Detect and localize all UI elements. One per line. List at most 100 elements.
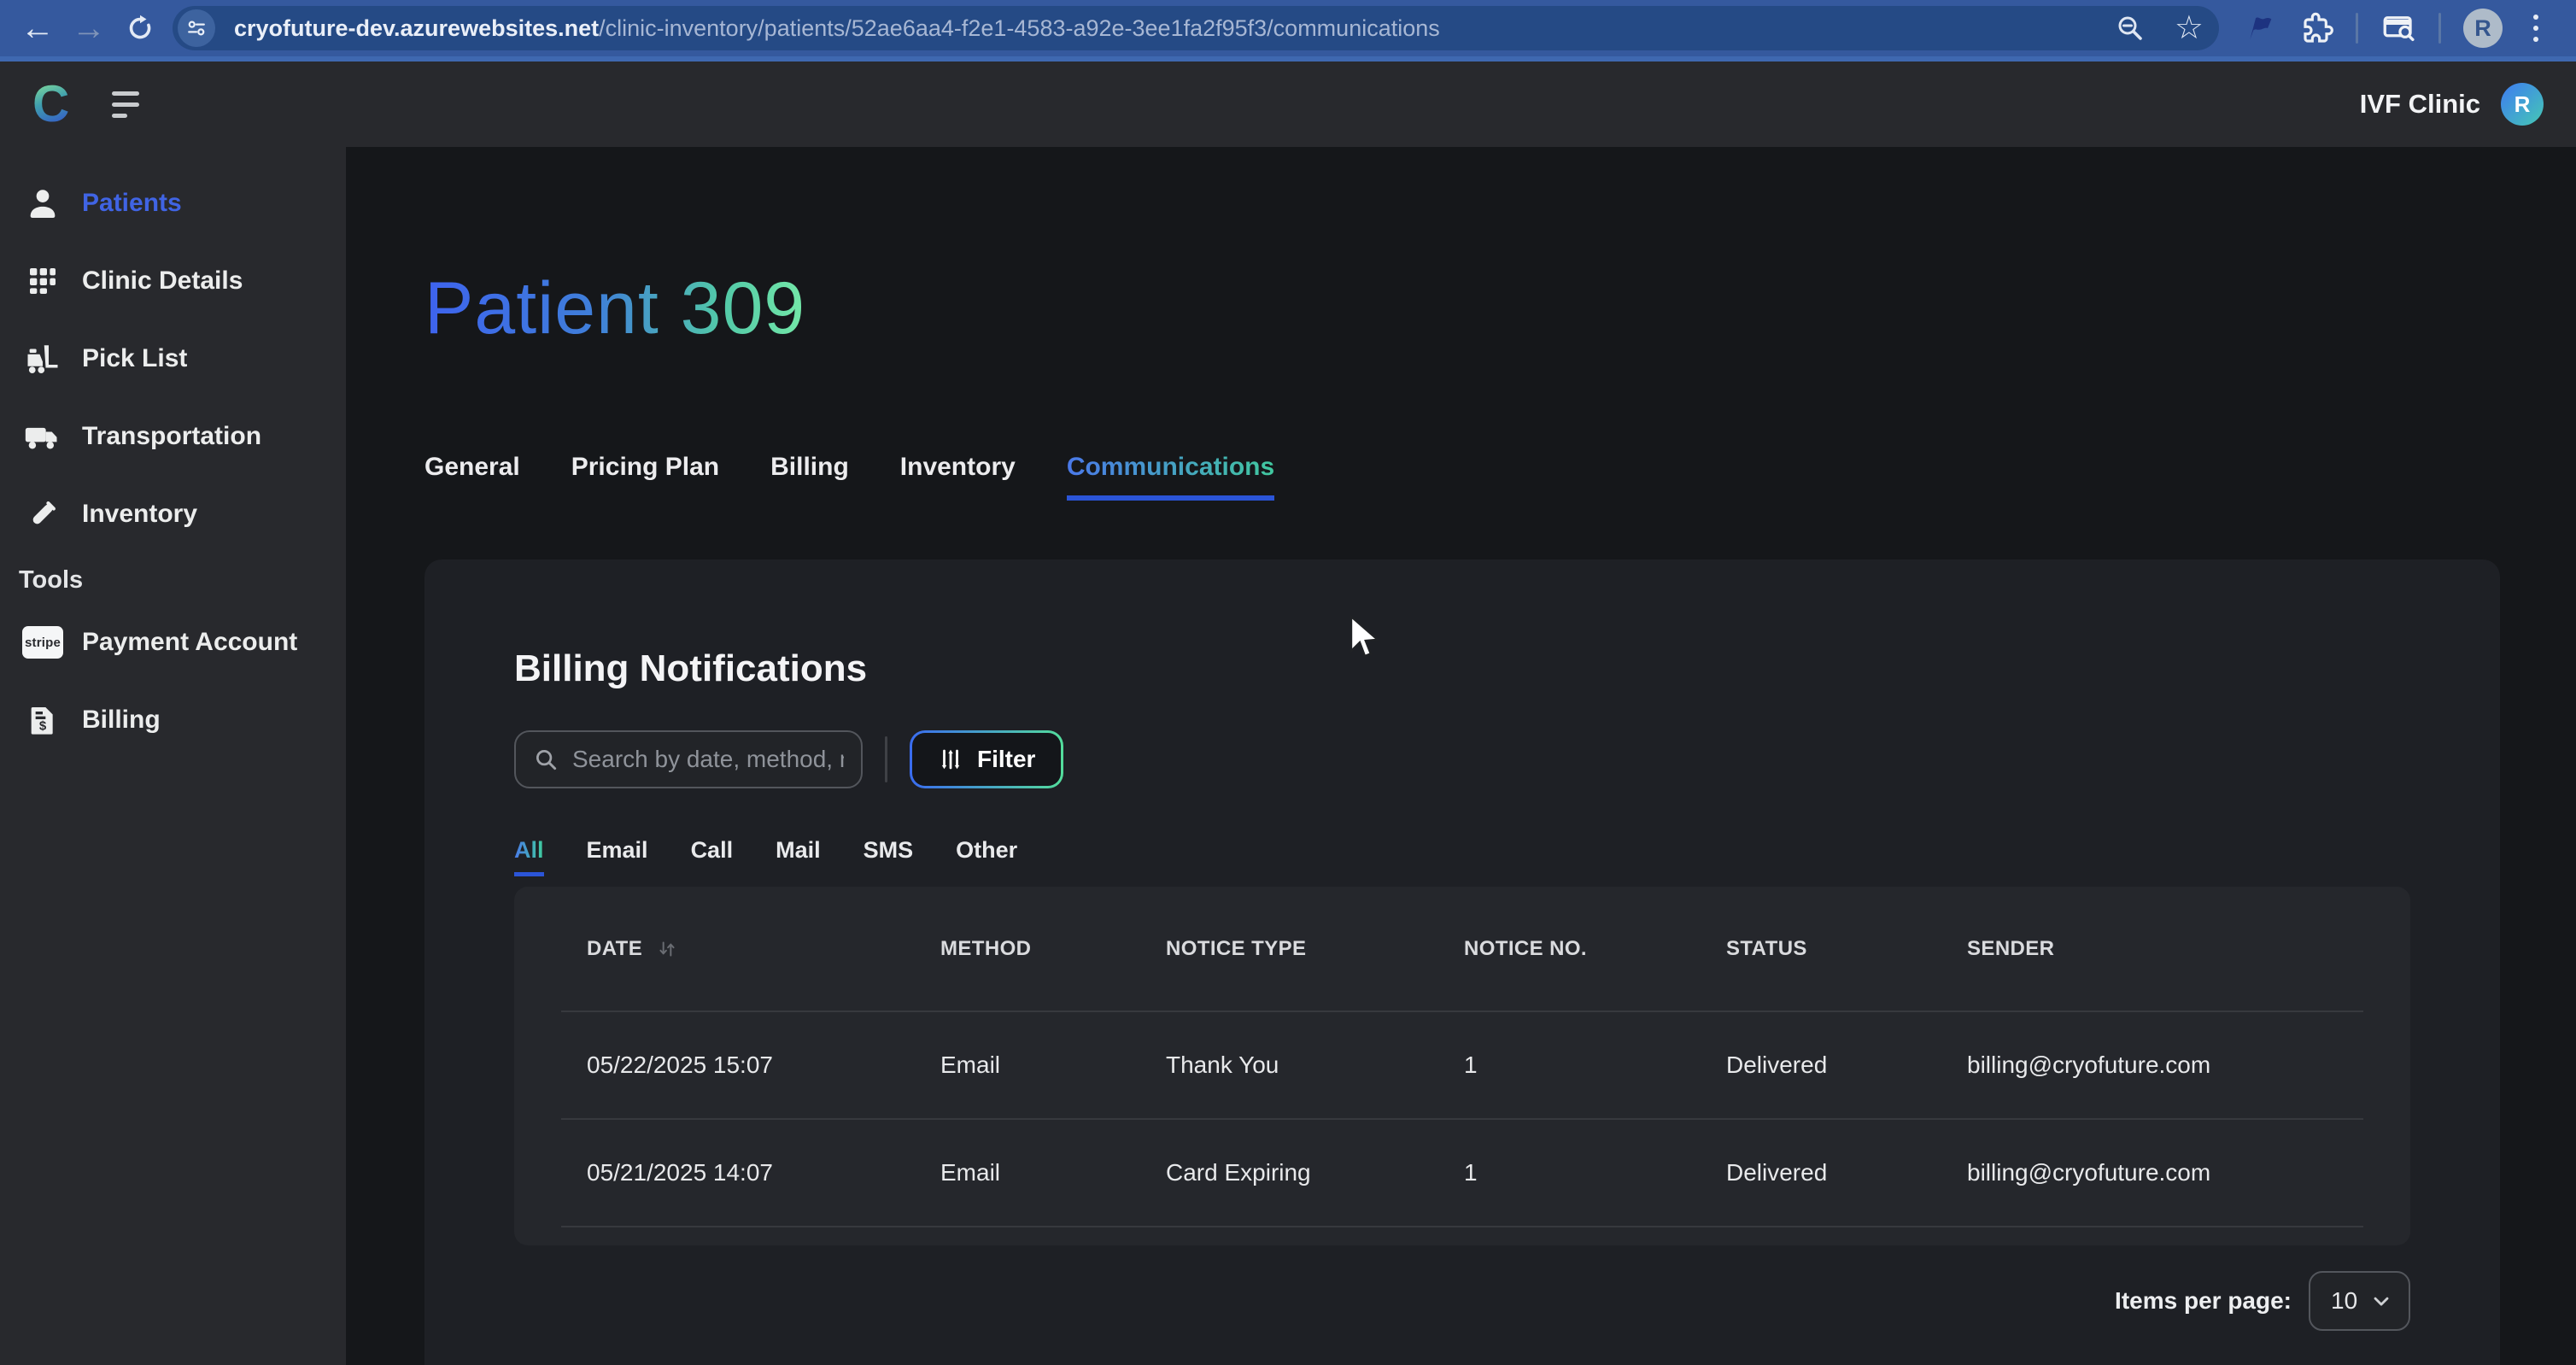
sidebar-item-label: Billing [82,706,161,735]
svg-text:$: $ [39,719,47,734]
method-filter-chips: All Email Call Mail SMS Other [514,837,2410,876]
browser-profile-avatar[interactable]: R [2463,9,2503,48]
app-header: C IVF Clinic R [0,62,2576,147]
tab-inventory[interactable]: Inventory [900,453,1016,501]
search-input[interactable] [572,746,844,773]
row-divider [561,1226,2363,1227]
table-row[interactable]: 05/22/2025 15:07 Email Thank You 1 Deliv… [561,1012,2363,1118]
site-settings-button[interactable] [178,9,215,47]
section-heading: Billing Notifications [514,647,2410,690]
chip-other[interactable]: Other [956,837,1017,876]
chip-sms[interactable]: SMS [864,837,914,876]
truck-icon [22,418,63,455]
url-text[interactable]: cryofuture-dev.azurewebsites.net/clinic-… [234,15,2098,42]
search-box[interactable] [514,730,863,788]
workspace-name: IVF Clinic [2360,89,2480,120]
billing-notifications-card: Billing Notifications [424,559,2500,1365]
items-per-page-value: 10 [2331,1287,2357,1315]
stripe-icon: stripe [22,626,63,659]
table-toolbar: Filter [514,729,2410,789]
sidebar-toggle-button[interactable] [112,91,139,118]
browser-menu-button[interactable] [2525,11,2547,45]
cell-notice-type: Card Expiring [1166,1159,1464,1186]
filter-button[interactable]: Filter [910,730,1063,788]
chip-mail[interactable]: Mail [776,837,821,876]
url-domain: cryofuture-dev.azurewebsites.net [234,15,599,41]
column-status: STATUS [1726,937,1967,961]
sidebar-section-tools: Tools [19,566,346,595]
sidebar-item-pick-list[interactable]: Pick List [0,333,346,384]
cell-notice-type: Thank You [1166,1052,1464,1079]
table-row[interactable]: 05/21/2025 14:07 Email Card Expiring 1 D… [561,1120,2363,1226]
url-path: /clinic-inventory/patients/52ae6aa4-f2e1… [599,15,1440,41]
sidebar-item-billing[interactable]: $ Billing [0,694,346,746]
browser-forward-button[interactable]: → [63,3,114,54]
items-per-page-select[interactable]: 10 [2309,1271,2410,1331]
column-date: DATE [587,937,642,961]
main-content: Patient 309 General Pricing Plan Billing… [346,147,2576,1365]
cell-method: Email [940,1159,1166,1186]
patient-tabs: General Pricing Plan Billing Inventory C… [424,453,1274,501]
address-bar[interactable]: cryofuture-dev.azurewebsites.net/clinic-… [173,6,2219,50]
chip-email[interactable]: Email [587,837,648,876]
vial-icon [22,496,63,532]
sort-icon[interactable] [656,938,678,960]
cell-sender: billing@cryofuture.com [1967,1159,2363,1186]
sidebar-item-inventory[interactable]: Inventory [0,489,346,540]
app-logo[interactable]: C [32,79,69,130]
sidebar-item-transportation[interactable]: Transportation [0,411,346,462]
sidebar-item-clinic-details[interactable]: Clinic Details [0,255,346,307]
tab-pricing-plan[interactable]: Pricing Plan [571,453,719,501]
flag-extension-icon[interactable] [2243,11,2277,45]
column-method: METHOD [940,937,1166,961]
page-title: Patient 309 [424,267,805,351]
filter-sliders-icon [938,747,963,772]
toolbar-divider [885,736,887,782]
sidebar: Patients Clinic Details Pick List [0,147,346,1365]
cell-notice-no: 1 [1464,1052,1726,1079]
sidebar-item-patients[interactable]: Patients [0,178,346,229]
tab-billing[interactable]: Billing [770,453,849,501]
browser-back-button[interactable]: ← [12,3,63,54]
grid-icon [22,264,63,298]
tab-general[interactable]: General [424,453,520,501]
cell-date: 05/22/2025 15:07 [587,1052,940,1079]
sidebar-item-label: Patients [82,189,182,218]
cell-sender: billing@cryofuture.com [1967,1052,2363,1079]
invoice-icon: $ [22,703,63,737]
browser-chrome: ← → cryofuture-dev.azurewebsites.net/cli… [0,0,2576,62]
cell-date: 05/21/2025 14:07 [587,1159,940,1186]
cell-status: Delivered [1726,1052,1967,1079]
extensions-puzzle-icon[interactable] [2299,11,2333,45]
chip-all[interactable]: All [514,837,544,876]
sidebar-item-payment-account[interactable]: stripe Payment Account [0,617,346,668]
browser-reload-button[interactable] [114,3,166,54]
zoom-out-icon[interactable] [2115,13,2146,44]
column-notice-type: NOTICE TYPE [1166,937,1464,961]
sidebar-item-label: Inventory [82,500,197,529]
sidebar-item-label: Payment Account [82,628,297,657]
user-avatar[interactable]: R [2501,83,2544,126]
search-icon [533,747,559,772]
cell-notice-no: 1 [1464,1159,1726,1186]
chip-call[interactable]: Call [691,837,734,876]
chevron-down-icon [2369,1289,2393,1313]
person-icon [22,185,63,221]
column-sender: SENDER [1967,937,2363,961]
forklift-icon [22,341,63,377]
items-per-page-label: Items per page: [2115,1287,2292,1315]
chrome-separator [2438,13,2441,44]
notifications-table: DATE METHOD NOTICE TYPE NOTICE NO. STATU… [514,887,2410,1245]
column-notice-no: NOTICE NO. [1464,937,1726,961]
sidebar-item-label: Clinic Details [82,267,243,296]
reload-icon [125,13,155,44]
bookmark-star-icon[interactable]: ☆ [2175,12,2204,44]
tune-icon [184,16,208,40]
tab-communications[interactable]: Communications [1067,453,1274,501]
chrome-separator [2356,13,2358,44]
side-search-icon[interactable] [2380,10,2416,46]
cell-status: Delivered [1726,1159,1967,1186]
sidebar-item-label: Pick List [82,344,187,373]
cell-method: Email [940,1052,1166,1079]
pagination: Items per page: 10 [514,1271,2410,1331]
